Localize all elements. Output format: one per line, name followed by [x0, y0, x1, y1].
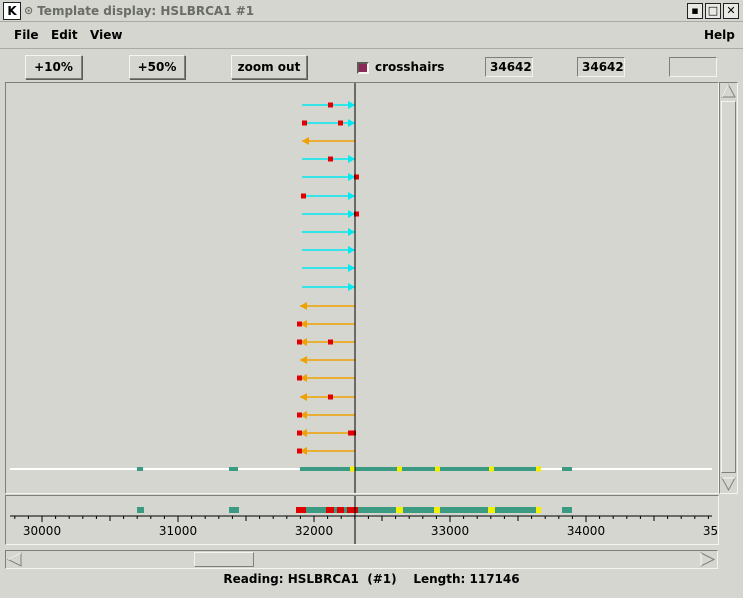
horizontal-scrollbar[interactable]	[5, 550, 718, 569]
ruler-yellow-tag	[536, 507, 541, 513]
position-field-2[interactable]: 34642	[577, 57, 625, 77]
forward-arrow-icon	[348, 101, 355, 109]
ruler-yellow-tag	[488, 507, 495, 513]
position-field-1[interactable]: 34642	[485, 57, 533, 77]
menu-view[interactable]: View	[90, 28, 122, 42]
forward-arrow-icon	[348, 173, 355, 181]
read-tag	[297, 412, 302, 418]
forward-arrow-icon	[348, 228, 355, 236]
menu-file[interactable]: File	[14, 28, 39, 42]
consensus-segment	[562, 467, 572, 471]
read-tag	[338, 120, 343, 126]
zoom-in-50-button[interactable]: +50%	[129, 55, 185, 79]
reverse-arrow-icon	[300, 302, 307, 310]
vertical-scrollbar[interactable]	[719, 82, 738, 494]
horizontal-scroll-thumb[interactable]	[194, 552, 254, 567]
forward-arrow-icon	[348, 155, 355, 163]
forward-arrow-icon	[348, 283, 355, 291]
ruler-tick-label: 30000	[23, 524, 61, 538]
ruler: 3000031000320003300034000350003600037000…	[10, 496, 718, 544]
read-tag	[297, 375, 302, 381]
zoom-out-button[interactable]: zoom out	[231, 55, 307, 79]
reverse-arrow-icon	[300, 356, 307, 364]
ruler-tick-label: 34000	[567, 524, 605, 538]
forward-arrow-icon	[348, 119, 355, 127]
consensus-segment	[137, 467, 143, 471]
zoom-in-10-button[interactable]: +10%	[25, 55, 82, 79]
app-icon[interactable]: K	[3, 1, 21, 20]
ruler-red-tag	[347, 507, 358, 513]
length-value: 117146	[469, 572, 520, 586]
position-field-3[interactable]	[669, 57, 717, 77]
forward-arrow-icon	[348, 192, 355, 200]
read-tag	[301, 193, 306, 199]
ruler-consensus-segment	[137, 507, 144, 513]
template-canvas[interactable]	[5, 82, 719, 494]
consensus-segment	[229, 467, 238, 471]
minimize-icon[interactable]: ▪	[687, 3, 703, 19]
consensus-tag	[397, 466, 402, 472]
title-bar: K ⊙ Template display: HSLBRCA1 #1 ▪ □ ✕	[0, 0, 743, 22]
reverse-arrow-icon	[300, 393, 307, 401]
ruler-tick-label: 31000	[159, 524, 197, 538]
arrow-down-icon[interactable]	[720, 475, 737, 492]
forward-arrow-icon	[348, 264, 355, 272]
window-title: Template display: HSLBRCA1 #1	[37, 3, 255, 18]
read-tag	[302, 120, 307, 126]
consensus-tag	[489, 466, 494, 472]
ruler-tick-label: 33000	[431, 524, 469, 538]
arrow-left-icon[interactable]	[6, 551, 23, 568]
crosshairs-checkbox[interactable]	[357, 62, 369, 74]
read-tag	[297, 339, 302, 345]
ruler-yellow-tag	[434, 507, 440, 513]
crosshairs-label: crosshairs	[375, 60, 445, 74]
reverse-arrow-icon	[302, 137, 309, 145]
ruler-red-tag	[337, 507, 344, 513]
ruler-tick-label: 35000	[703, 524, 718, 538]
read-tag	[328, 156, 333, 162]
read-tag	[328, 102, 333, 108]
read-tag	[297, 448, 302, 454]
read-tag	[328, 394, 333, 400]
reads-plot	[10, 83, 712, 493]
ruler-red-tag	[326, 507, 334, 513]
menu-edit[interactable]: Edit	[51, 28, 78, 42]
ruler-red-tag	[296, 507, 306, 513]
read-tag	[297, 430, 302, 436]
ruler-panel[interactable]: 3000031000320003300034000350003600037000…	[5, 495, 719, 545]
consensus-segment	[300, 467, 538, 471]
ruler-consensus-segment	[562, 507, 572, 513]
vertical-scroll-thumb[interactable]	[721, 101, 736, 473]
arrow-right-icon[interactable]	[699, 551, 716, 568]
pin-icon[interactable]: ⊙	[24, 4, 33, 17]
read-tag	[328, 339, 333, 345]
close-icon[interactable]: ✕	[723, 3, 739, 19]
consensus-tag	[350, 466, 355, 472]
read-tag	[297, 321, 302, 327]
menu-help[interactable]: Help	[704, 28, 735, 42]
ruler-yellow-tag	[396, 507, 403, 513]
reading-value: HSLBRCA1 (#1)	[287, 572, 397, 586]
reading-label: Reading:	[223, 572, 284, 586]
arrow-up-icon[interactable]	[720, 83, 737, 100]
consensus-tag	[435, 466, 440, 472]
maximize-icon[interactable]: □	[705, 3, 721, 19]
forward-arrow-icon	[348, 246, 355, 254]
length-label: Length:	[413, 572, 466, 586]
ruler-consensus-segment	[229, 507, 239, 513]
forward-arrow-icon	[348, 210, 355, 218]
consensus-tag	[536, 466, 541, 472]
ruler-tick-label: 32000	[295, 524, 333, 538]
status-bar: Reading: HSLBRCA1 (#1) Length: 117146	[0, 572, 743, 590]
menu-bar: File Edit View Help	[0, 23, 743, 49]
